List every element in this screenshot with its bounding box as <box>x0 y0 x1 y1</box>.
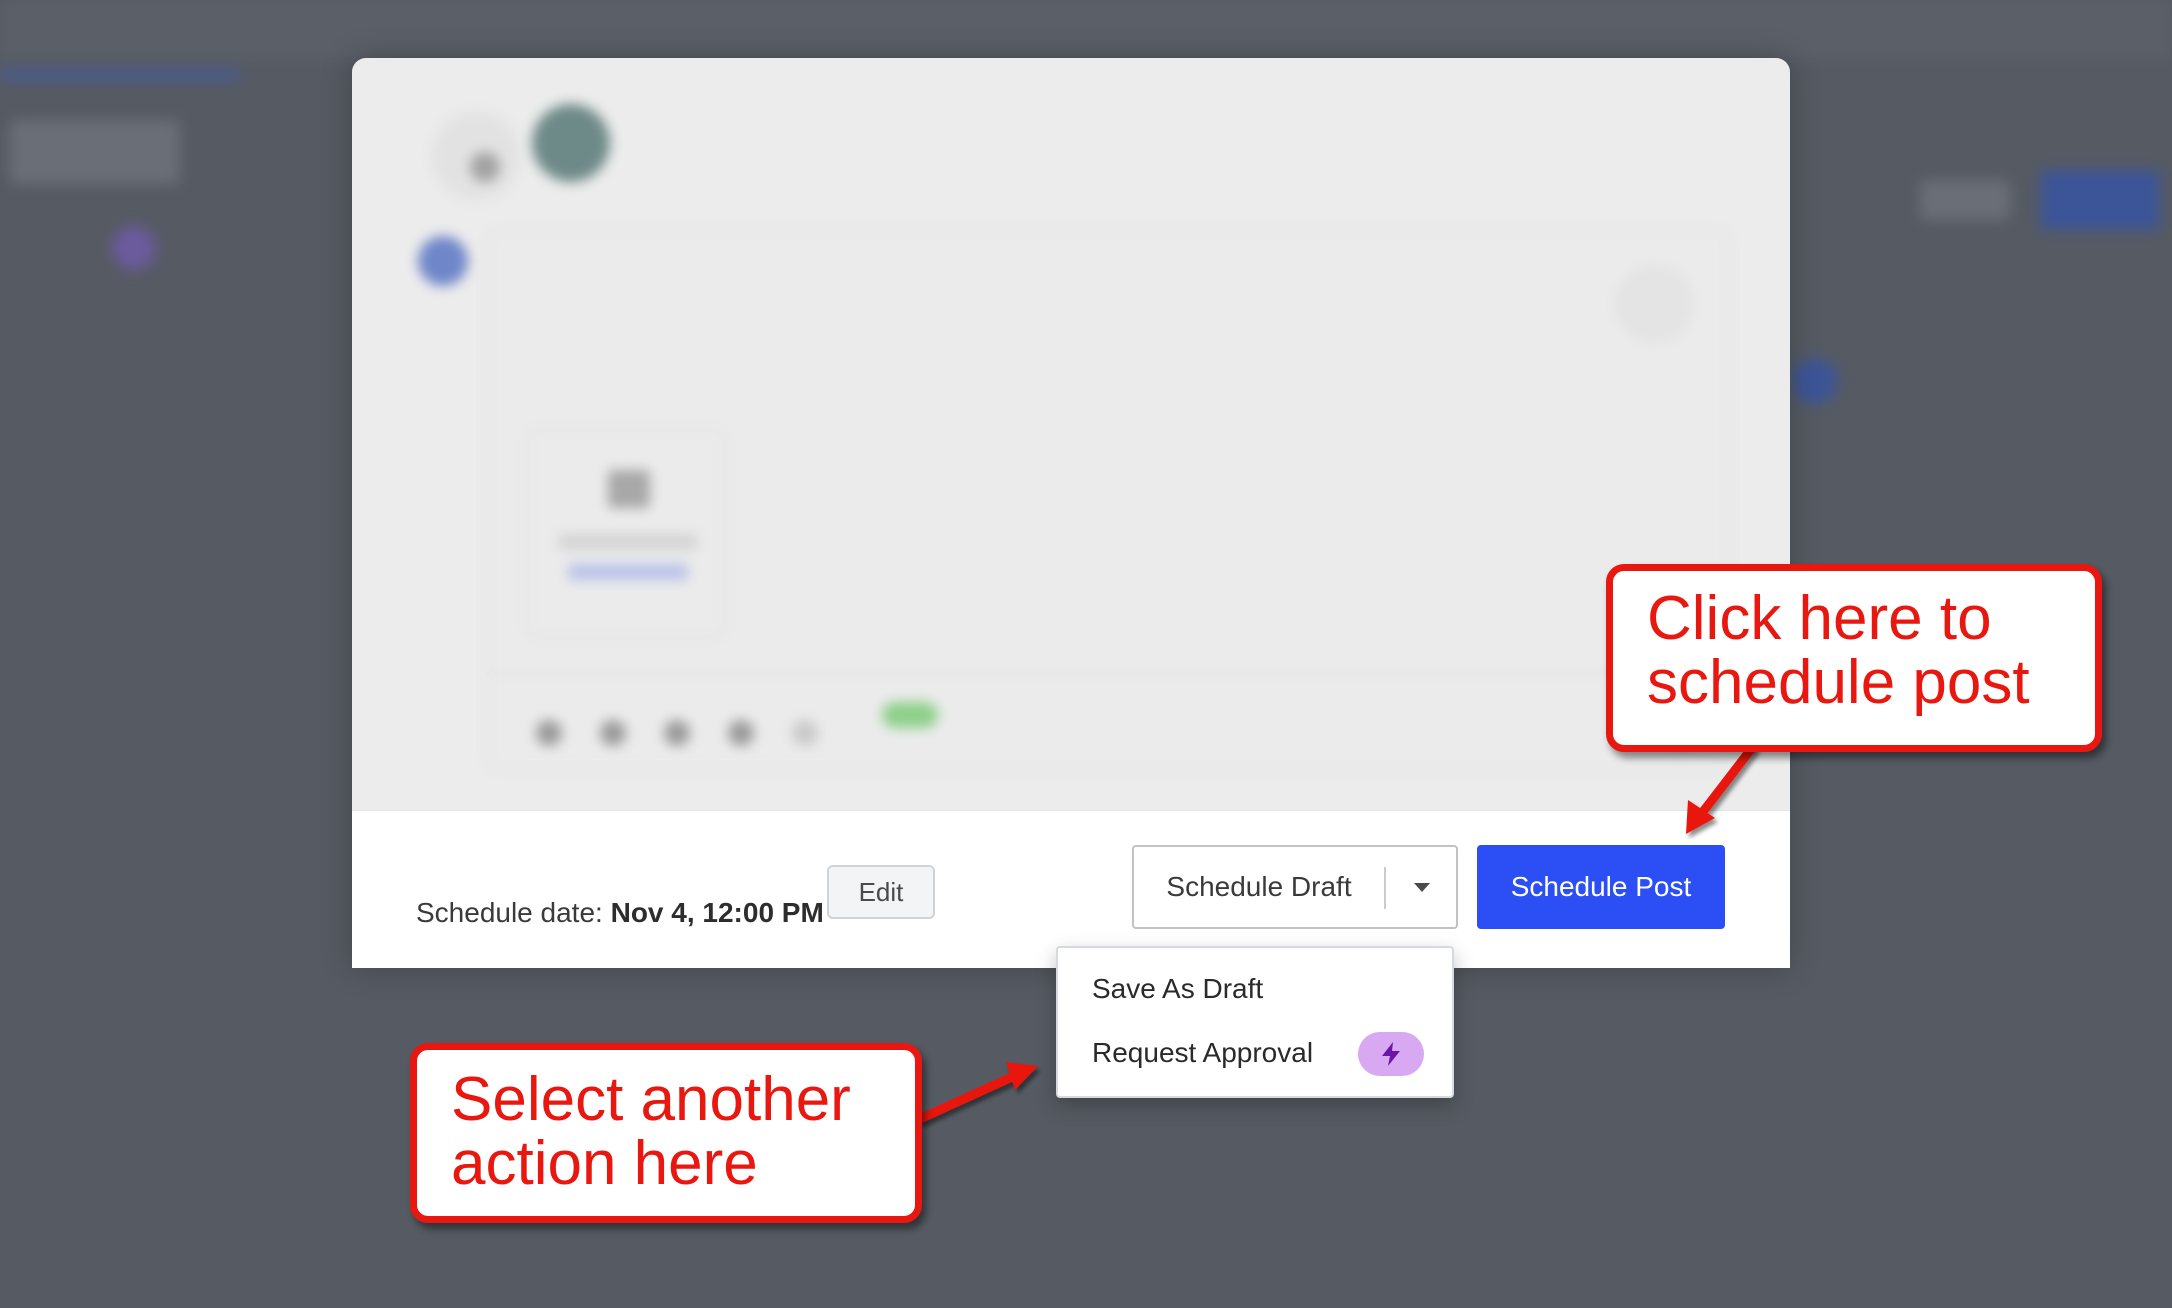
emoji-icon[interactable] <box>1614 264 1694 344</box>
dropzone-text-blurred <box>558 534 698 550</box>
premium-badge <box>1358 1032 1424 1076</box>
schedule-date-value: Nov 4, 12:00 PM <box>610 897 824 928</box>
more-actions-menu: Save As Draft Request Approval <box>1056 946 1454 1098</box>
menu-item-request-approval[interactable]: Request Approval <box>1060 1022 1452 1084</box>
plus-icon <box>470 152 500 182</box>
chevron-down-icon <box>1414 883 1430 892</box>
background-event-dot <box>1792 358 1838 404</box>
background-view-button-2 <box>1920 180 2010 220</box>
menu-item-save-as-draft[interactable]: Save As Draft <box>1060 958 1452 1020</box>
image-icon <box>608 470 650 508</box>
new-badge <box>882 702 938 728</box>
toolbar-icon-5[interactable] <box>792 720 818 746</box>
editor-toolbar-divider <box>490 672 1726 674</box>
background-sidebar-button <box>10 120 180 184</box>
network-icon <box>418 236 468 286</box>
media-dropzone[interactable] <box>526 428 726 638</box>
schedule-draft-button[interactable]: Schedule Draft <box>1134 847 1384 927</box>
composer-area-blurred <box>352 58 1790 810</box>
post-editor[interactable] <box>488 230 1728 770</box>
profile-avatar[interactable] <box>532 104 610 182</box>
annotation-callout-action: Select another action here <box>410 1043 922 1223</box>
toolbar-icon-3[interactable] <box>664 720 690 746</box>
bolt-icon <box>1382 1042 1400 1066</box>
toolbar-icon-1[interactable] <box>536 720 562 746</box>
menu-item-label: Save As Draft <box>1092 973 1264 1004</box>
menu-item-label: Request Approval <box>1092 1037 1314 1068</box>
schedule-date: Schedule date: Nov 4, 12:00 PM <box>416 897 824 929</box>
annotation-line-1: Click here to <box>1647 584 1992 653</box>
dropzone-link-blurred <box>568 564 688 580</box>
schedule-draft-split-button: Schedule Draft <box>1132 845 1458 929</box>
more-actions-dropdown-toggle[interactable] <box>1386 847 1456 927</box>
compose-modal: Schedule date: Nov 4, 12:00 PM Edit Sche… <box>352 58 1790 968</box>
toolbar-icon-4[interactable] <box>728 720 754 746</box>
background-view-button <box>2040 170 2160 230</box>
schedule-date-label: Schedule date: <box>416 897 603 928</box>
background-avatar <box>112 226 156 270</box>
background-topbar <box>0 0 2172 60</box>
annotation-line-1: Select another <box>451 1065 851 1134</box>
background-active-tab <box>0 72 240 78</box>
toolbar-icon-2[interactable] <box>600 720 626 746</box>
schedule-post-button[interactable]: Schedule Post <box>1477 845 1725 929</box>
modal-footer: Schedule date: Nov 4, 12:00 PM Edit Sche… <box>352 810 1790 968</box>
annotation-line-2: action here <box>451 1129 758 1198</box>
annotation-callout-schedule: Click here to schedule post <box>1606 564 2102 752</box>
annotation-line-2: schedule post <box>1647 648 2030 717</box>
edit-date-button[interactable]: Edit <box>827 865 935 919</box>
